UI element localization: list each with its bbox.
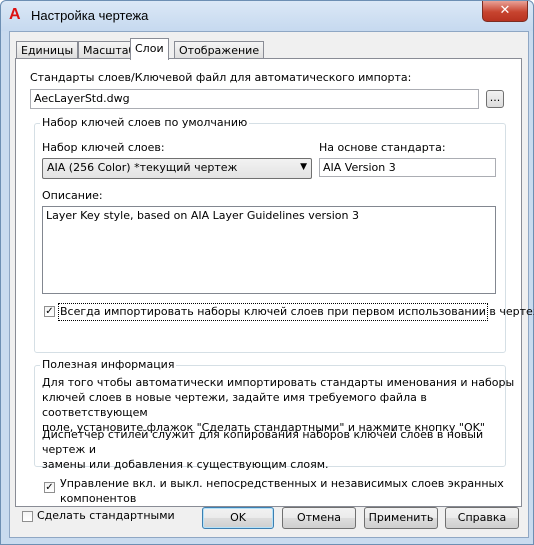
- description-textarea[interactable]: Layer Key style, based on AIA Layer Guid…: [42, 206, 496, 294]
- info-paragraph-2: Диспетчер стилей служит для копирования …: [42, 427, 521, 472]
- dialog-client: Единицы Масштаб Слои Отображение Стандар…: [9, 31, 534, 538]
- info-line: Для того чтобы автоматически импортирова…: [42, 376, 515, 389]
- apply-button[interactable]: Применить: [364, 507, 438, 529]
- info-line: Диспетчер стилей служит для копирования …: [42, 428, 484, 456]
- default-key-set-group-title: Набор ключей слоев по умолчанию: [40, 116, 250, 129]
- layers-tab-panel: Стандарты слоев/Ключевой файл для автома…: [15, 58, 534, 507]
- close-button[interactable]: ✕: [482, 1, 528, 22]
- tab-display[interactable]: Отображение: [174, 41, 265, 59]
- info-line: замены или добавления к существующим сло…: [42, 458, 329, 471]
- standards-file-input[interactable]: AecLayerStd.dwg: [30, 89, 479, 109]
- ok-button[interactable]: OK: [202, 507, 274, 529]
- browse-button[interactable]: ...: [486, 90, 504, 108]
- autocad-logo-icon: A: [9, 6, 21, 23]
- info-paragraph-1: Для того чтобы автоматически импортирова…: [42, 375, 521, 435]
- cancel-button[interactable]: Отмена: [282, 507, 356, 529]
- manage-layers-label-line2: компонентов: [60, 492, 137, 505]
- make-default-checkbox[interactable]: [22, 511, 33, 522]
- based-on-standard-label: На основе стандарта:: [319, 141, 446, 154]
- dialog-window: A Настройка чертежа ✕ Единицы Масштаб Сл…: [0, 0, 534, 545]
- make-default-label[interactable]: Сделать стандартными: [37, 509, 175, 522]
- tab-units[interactable]: Единицы: [16, 41, 79, 59]
- standards-file-label: Стандарты слоев/Ключевой файл для автома…: [30, 71, 412, 84]
- based-on-standard-field: AIA Version 3: [319, 158, 496, 177]
- help-button[interactable]: Справка: [445, 507, 519, 529]
- manage-layers-label[interactable]: Управление вкл. и выкл. непосредственных…: [60, 476, 504, 506]
- description-label: Описание:: [42, 189, 103, 202]
- title-bar[interactable]: A Настройка чертежа ✕: [1, 1, 533, 31]
- key-set-selected-value: AIA (256 Color) *текущий чертеж: [47, 161, 238, 174]
- close-icon: ✕: [499, 3, 511, 18]
- useful-info-group-title: Полезная информация: [40, 358, 177, 371]
- manage-layers-checkbox[interactable]: ✓: [44, 482, 55, 493]
- info-line: ключей слоев в новые чертежи, задайте им…: [42, 391, 427, 419]
- tab-layers[interactable]: Слои: [130, 38, 169, 60]
- always-import-checkbox[interactable]: ✓: [44, 306, 55, 317]
- window-title: Настройка чертежа: [31, 8, 149, 23]
- chevron-down-icon: ▼: [300, 162, 307, 172]
- manage-layers-label-line1: Управление вкл. и выкл. непосредственных…: [60, 477, 504, 490]
- key-set-label: Набор ключей слоев:: [42, 141, 165, 154]
- always-import-label[interactable]: Всегда импортировать наборы ключей слоев…: [60, 305, 534, 318]
- key-set-dropdown[interactable]: AIA (256 Color) *текущий чертеж ▼: [42, 158, 312, 179]
